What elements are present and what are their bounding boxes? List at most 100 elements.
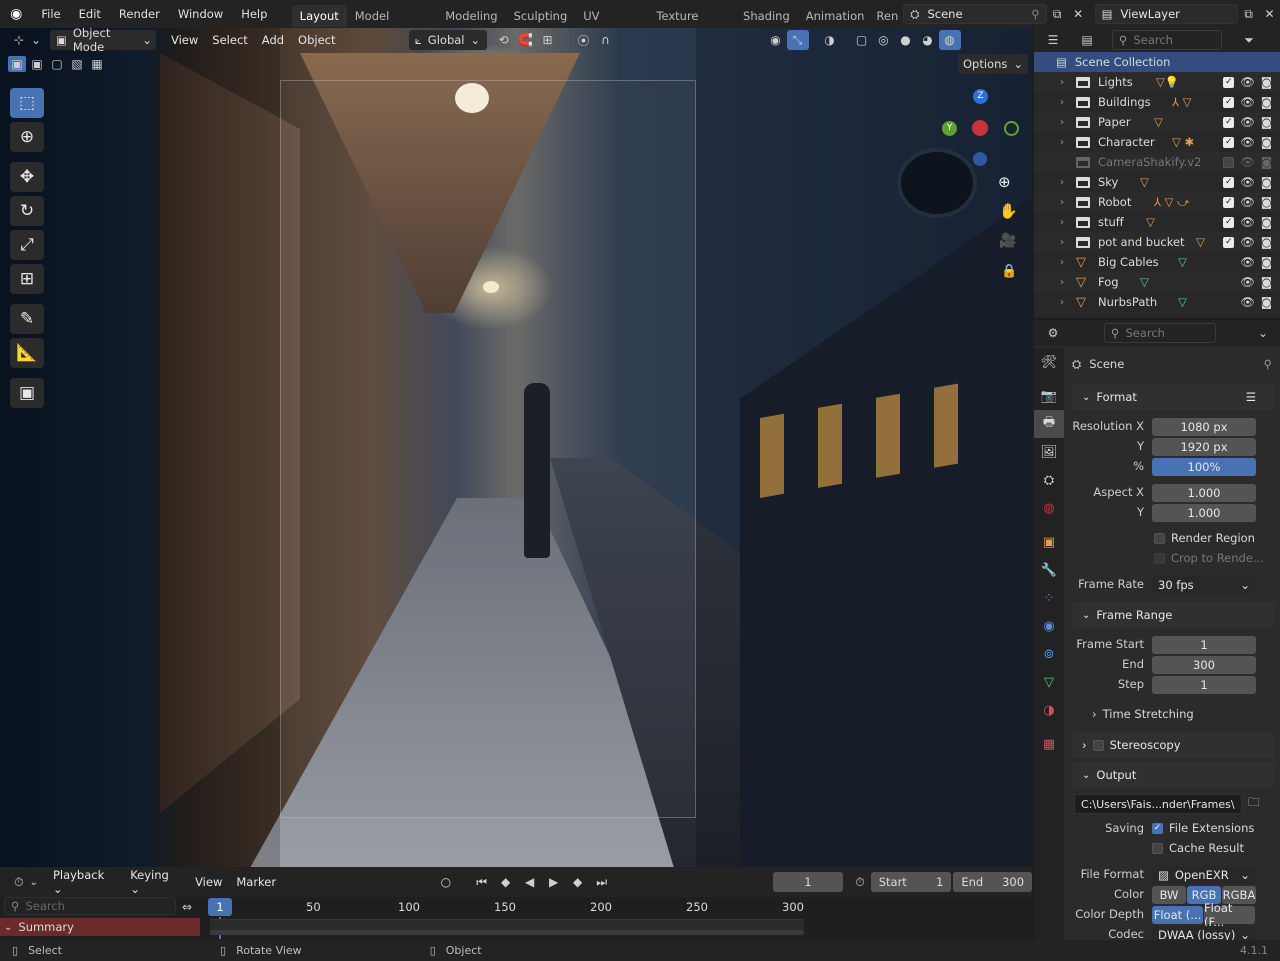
eye-icon[interactable]: 👁 (1240, 255, 1255, 269)
play-reverse-icon[interactable]: ◀ (519, 872, 541, 892)
display-mode-icon[interactable]: ▤ (1076, 30, 1098, 50)
zoom-icon[interactable]: ⊕ (998, 173, 1011, 191)
eye-icon[interactable]: 👁 (1240, 215, 1255, 229)
camera-icon[interactable]: ◙ (1261, 195, 1272, 209)
expand-icon[interactable]: › (1060, 297, 1064, 308)
play-icon[interactable]: ▶ (543, 872, 565, 892)
view-layer-tab-icon[interactable]: 🖼 (1034, 438, 1064, 466)
scene-collection-row[interactable]: ▤ Scene Collection (1034, 52, 1280, 72)
menu-select[interactable]: Select (205, 33, 254, 47)
menu-help[interactable]: Help (232, 7, 276, 21)
menu-render[interactable]: Render (110, 7, 169, 21)
camera-icon[interactable]: ◙ (1261, 155, 1272, 169)
camera-icon[interactable]: ◙ (1261, 295, 1272, 309)
frame-range-panel-header[interactable]: ⌄ Frame Range (1072, 602, 1274, 628)
orientation-selector[interactable]: ⟀ Global ⌄ (408, 30, 487, 50)
jump-end-icon[interactable]: ⏭ (591, 872, 613, 892)
select-new-icon[interactable]: ▣ (8, 56, 26, 72)
crop-row[interactable]: Crop to Rende... (1066, 548, 1280, 568)
jump-start-icon[interactable]: ⏮ (471, 872, 493, 892)
eye-icon[interactable]: 👁 (1240, 75, 1255, 89)
aspect-y-field[interactable]: 1.000 (1152, 503, 1256, 522)
stereoscopy-checkbox[interactable] (1092, 739, 1104, 751)
world-tab-icon[interactable]: ◍ (1034, 494, 1064, 522)
visibility-icon[interactable]: ◉ (765, 30, 787, 50)
physics-tab-icon[interactable]: ◉ (1034, 612, 1064, 640)
timeline-search-input[interactable]: ⚲ Search (4, 897, 176, 915)
texture-tab-icon[interactable]: ▦ (1034, 730, 1064, 758)
scene-selector[interactable]: ⛭ Scene ⚲ (903, 4, 1047, 24)
camera-icon[interactable]: ◙ (1261, 115, 1272, 129)
expand-icon[interactable]: › (1060, 177, 1064, 188)
next-keyframe-icon[interactable]: ◆ (567, 872, 589, 892)
frame-rate-dropdown[interactable]: 30 fps ⌄ (1152, 575, 1256, 594)
pan-hand-icon[interactable]: ✋ (999, 202, 1018, 220)
exclude-checkbox[interactable]: ✓ (1223, 136, 1235, 148)
select-subtract-icon[interactable]: ▢ (48, 56, 66, 72)
camera-icon[interactable]: ◙ (1261, 255, 1272, 269)
expand-icon[interactable]: › (1060, 117, 1064, 128)
resolution-x-field[interactable]: 1080 px (1152, 417, 1256, 436)
material-tab-icon[interactable]: ◑ (1034, 696, 1064, 724)
menu-file[interactable]: File (32, 7, 69, 21)
outliner-row[interactable]: › Character ▽ ✱ ✓ 👁 ◙ (1034, 132, 1280, 152)
gizmo-z-axis[interactable]: Z (973, 89, 988, 104)
eye-icon[interactable]: 👁 (1240, 175, 1255, 189)
format-panel-header[interactable]: ⌄ Format ☰ (1072, 384, 1274, 410)
eye-icon[interactable]: 👁 (1240, 295, 1255, 309)
auto-keying-icon[interactable]: ○ (435, 872, 457, 892)
gizmo-y-axis[interactable]: Y (942, 121, 957, 136)
proportional-edit-icon[interactable]: ⦿ (573, 30, 595, 50)
eye-icon[interactable]: 👁 (1240, 135, 1255, 149)
outliner-row[interactable]: › pot and bucket ▽ ✓ 👁 ◙ (1034, 232, 1280, 252)
outliner-row[interactable]: › Paper ▽ ✓ 👁 ◙ (1034, 112, 1280, 132)
tab-rendering[interactable]: Rend (872, 5, 899, 27)
stereoscopy-panel-header[interactable]: › Stereoscopy (1072, 732, 1274, 758)
timeline-scrollbar[interactable] (210, 930, 804, 935)
particles-tab-icon[interactable]: ⁘ (1034, 584, 1064, 612)
outliner-row[interactable]: › Buildings ⅄ ▽ ✓ 👁 ◙ (1034, 92, 1280, 112)
measure-tool[interactable]: 📐 (10, 338, 44, 368)
move-tool[interactable]: ✥ (10, 162, 44, 192)
chevron-down-icon[interactable]: ⌄ (1252, 323, 1274, 343)
xray-icon[interactable]: ▢ (851, 30, 873, 50)
expand-icon[interactable]: › (1060, 97, 1064, 108)
lock-icon[interactable]: 🔒 (1001, 264, 1017, 279)
eye-icon[interactable]: 👁 (1240, 95, 1255, 109)
shading-material-icon[interactable]: ◕ (917, 30, 939, 50)
eye-icon[interactable]: 👁 (1240, 195, 1255, 209)
outliner-row[interactable]: › ▽ Big Cables ▽ 👁 ◙ (1034, 252, 1280, 272)
pin-icon[interactable]: ⚲ (1264, 357, 1272, 371)
frame-end-field[interactable]: 300 (1152, 655, 1256, 674)
mode-selector[interactable]: ▣ Object Mode ⌄ (50, 26, 156, 54)
add-cube-tool[interactable]: ▣ (10, 378, 44, 408)
camera-icon[interactable]: ◙ (1261, 275, 1272, 289)
depth-full-option[interactable]: Float (F... (1204, 901, 1255, 929)
menu-add[interactable]: Add (255, 33, 291, 47)
cursor-tool[interactable]: ⊕ (10, 122, 44, 152)
exclude-checkbox[interactable]: ✓ (1223, 96, 1235, 108)
scale-tool[interactable]: ⤢ (10, 230, 44, 260)
tool-tab-icon[interactable]: 🛠 (1034, 348, 1064, 376)
outliner-row[interactable]: › ▽ Fog ▽ 👁 ◙ (1034, 272, 1280, 292)
timeline-editor-icon[interactable]: ⏱ (8, 872, 30, 892)
exclude-checkbox[interactable]: ✓ (1223, 116, 1235, 128)
prev-keyframe-icon[interactable]: ◆ (495, 872, 517, 892)
tab-layout[interactable]: Layout (291, 5, 347, 27)
snap-increment-icon[interactable]: ⊞ (537, 30, 559, 50)
camera-icon[interactable]: ◙ (1261, 235, 1272, 249)
shading-wireframe-icon[interactable]: ◎ (873, 30, 895, 50)
output-path-field[interactable]: C:\Users\Fais...nder\Frames\ (1074, 794, 1242, 814)
outliner-row[interactable]: › Sky ▽ ✓ 👁 ◙ (1034, 172, 1280, 192)
expand-icon[interactable]: › (1060, 137, 1064, 148)
aspect-x-field[interactable]: 1.000 (1152, 483, 1256, 502)
tab-model-editing[interactable]: Model Editing (347, 5, 438, 45)
menu-keying[interactable]: Keying ⌄ (123, 868, 188, 896)
shading-solid-icon[interactable]: ● (895, 30, 917, 50)
tab-modeling[interactable]: Modeling (437, 5, 505, 27)
stopwatch-icon[interactable]: ⏱ (849, 872, 871, 892)
summary-channel[interactable]: ⌄ Summary (0, 918, 200, 936)
transform-tool[interactable]: ⊞ (10, 264, 44, 294)
delete-scene-icon[interactable]: ✕ (1068, 4, 1089, 24)
menu-timeline-view[interactable]: View (188, 875, 229, 889)
